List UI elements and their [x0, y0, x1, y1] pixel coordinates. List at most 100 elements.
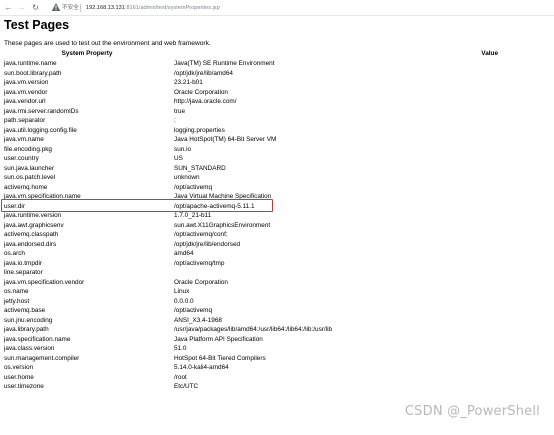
property-name-cell: java.vm.vendor — [4, 88, 48, 96]
forward-arrow-icon[interactable]: → — [17, 3, 26, 12]
property-value-cell: ANSI_X3.4-1968 — [174, 316, 222, 324]
property-value-cell: 51.0 — [174, 345, 187, 352]
table-row: sun.jnu.encoding ANSI_X3.4-1968 — [2, 316, 554, 326]
property-value-cell: 0.0.0.0 — [174, 297, 194, 305]
table-row: java.library.path/usr/java/packages/lib/… — [2, 325, 554, 335]
property-name-cell: os.name — [4, 288, 29, 295]
property-value-cell: http://java.oracle.com/ — [174, 98, 237, 105]
url-field[interactable]: 192.168.13.131:8161/admin/test/systemPro… — [86, 4, 220, 12]
property-name-cell: java.util.logging.config.file — [4, 126, 77, 134]
property-value-cell: Etc/UTC — [174, 383, 199, 390]
property-name-cell: sun.java.launcher — [4, 164, 55, 172]
property-value-cell — [172, 268, 554, 278]
table-row: java.vm.specification.vendor Oracle Corpo… — [2, 278, 554, 288]
system-properties-table: System Property Value java.runtime.name J… — [2, 49, 554, 392]
property-name-cell: java.runtime.version — [4, 212, 62, 219]
property-value-cell: /usr/java/packages/lib/amd64:/usr/lib64:… — [174, 326, 333, 333]
property-name-cell: java.vm.specification.vendor — [4, 278, 85, 286]
table-row: sun.management.compiler HotSpot 64-Bit Ti… — [2, 354, 554, 364]
separator — [80, 4, 81, 12]
table-row: java.specification.name Java Platform API… — [2, 335, 554, 345]
property-value-cell: /opt/jdk/jre/lib/endorsed — [174, 240, 241, 248]
back-arrow-icon[interactable]: ← — [4, 3, 13, 12]
property-name-cell: user.country — [4, 155, 39, 162]
property-name-cell: sun.os.patch.level — [4, 174, 56, 181]
table-row: user.timezone Etc/UTC — [2, 382, 554, 392]
property-name-cell: activemq.home — [4, 183, 48, 191]
property-name-cell: line.separator — [4, 269, 43, 276]
property-value-cell: Oracle Corporation — [174, 88, 228, 96]
warning-icon[interactable] — [51, 2, 61, 12]
property-value-cell: true — [174, 107, 186, 115]
property-value-cell: HotSpot 64-Bit Tiered Compilers — [174, 354, 266, 362]
property-value-cell: Java HotSpot(TM) 64-Bit Server VM — [174, 136, 277, 143]
property-name-cell: sun.jnu.encoding — [4, 316, 53, 324]
table-row: sun.boot.library.path/opt/jdk/jre/lib/am… — [2, 69, 554, 79]
property-name-cell: java.specification.name — [4, 335, 71, 343]
property-value-cell: /opt/jdk/jre/lib/amd64 — [174, 69, 233, 77]
table-row: sun.java.launcher SUN_STANDARD — [2, 164, 554, 174]
property-name-cell: java.io.tmpdir — [4, 259, 43, 267]
table-row: java.io.tmpdir/opt/activemq/tmp — [2, 259, 554, 269]
property-value-cell: Oracle Corporation — [174, 278, 228, 286]
property-name-cell: java.vendor.url — [4, 98, 46, 105]
table-row: java.awt.graphicsenv sun.awt.X11GraphicsE… — [2, 221, 554, 231]
property-name-cell: java.rmi.server.randomIDs — [4, 107, 79, 115]
table-row: file.encoding.pkg sun.io — [2, 145, 554, 155]
table-row: java.vm.version 23.21-b01 — [2, 78, 554, 88]
property-name-cell: jetty.host — [4, 297, 30, 305]
table-row: activemq.classpath/opt/activemq/conf; — [2, 230, 554, 240]
property-value-cell: amd64 — [174, 250, 194, 257]
property-value-cell: /opt/activemq/tmp — [174, 259, 225, 267]
property-value-cell: 23.21-b01 — [174, 79, 203, 86]
table-row: java.endorsed.dirs/opt/jdk/jre/lib/endor… — [2, 240, 554, 250]
property-name-cell: user.timezone — [4, 383, 44, 390]
watermark: CSDN @_PowerShell — [404, 404, 540, 419]
table-row: java.runtime.name Java(TM) SE Runtime Env… — [2, 59, 554, 69]
property-name-cell: user.home — [4, 373, 34, 381]
property-value-cell: unknown — [174, 174, 200, 181]
url-path: :8161/admin/test/systemProperties.jsp — [124, 5, 220, 11]
page-title: Test Pages — [4, 18, 70, 32]
column-header-property: System Property — [61, 50, 113, 57]
table-header-row: System Property Value — [2, 49, 554, 59]
page-intro: These pages are used to test out the env… — [4, 40, 211, 47]
table-row: line.separator — [2, 268, 554, 278]
table-row: java.runtime.version 1.7.0_21-b11 — [2, 211, 554, 221]
property-name-cell: java.endorsed.dirs — [4, 240, 57, 248]
table-row: activemq.home/opt/activemq — [2, 183, 554, 193]
property-name-cell: java.vm.name — [4, 136, 44, 143]
property-name-cell: file.encoding.pkg — [4, 145, 52, 153]
table-row: os.version 5.14.0-kali4-amd64 — [2, 363, 554, 373]
table-row: java.vendor.url http://java.oracle.com/ — [2, 97, 554, 107]
highlight-annotation — [1, 199, 273, 212]
table-row: path.separator: — [2, 116, 554, 126]
property-value-cell: US — [174, 155, 183, 162]
property-value-cell: Java(TM) SE Runtime Environment — [174, 60, 275, 67]
table-row: java.rmi.server.randomIDs true — [2, 107, 554, 117]
property-value-cell: SUN_STANDARD — [174, 164, 226, 172]
table-row: java.vm.vendor Oracle Corporation — [2, 88, 554, 98]
property-value-cell: Java Platform API Specification — [174, 335, 263, 343]
property-value-cell: : — [174, 117, 176, 124]
table-row: os.name Linux — [2, 287, 554, 297]
property-name-cell: os.arch — [4, 250, 25, 257]
property-value-cell: sun.awt.X11GraphicsEnvironment — [174, 221, 271, 229]
property-value-cell: logging.properties — [174, 126, 225, 134]
property-name-cell: java.vm.version — [4, 79, 49, 86]
property-name-cell: java.runtime.name — [4, 60, 57, 67]
table-row: java.class.version 51.0 — [2, 344, 554, 354]
insecure-label[interactable]: 不安全 — [62, 4, 79, 12]
table-row: activemq.base/opt/activemq — [2, 306, 554, 316]
table-row: user.home/root — [2, 373, 554, 383]
property-value-cell: sun.io — [174, 145, 192, 153]
property-value-cell: 5.14.0-kali4-amd64 — [174, 364, 229, 371]
reload-icon[interactable]: ↻ — [31, 3, 40, 12]
property-name-cell: java.class.version — [4, 345, 55, 352]
table-row: user.country US — [2, 154, 554, 164]
property-value-cell: 1.7.0_21-b11 — [174, 212, 212, 219]
property-name-cell: activemq.classpath — [4, 231, 59, 238]
column-header-value: Value — [481, 50, 498, 57]
property-value-cell: /root — [174, 373, 187, 381]
property-value-cell: /opt/activemq — [174, 183, 213, 191]
